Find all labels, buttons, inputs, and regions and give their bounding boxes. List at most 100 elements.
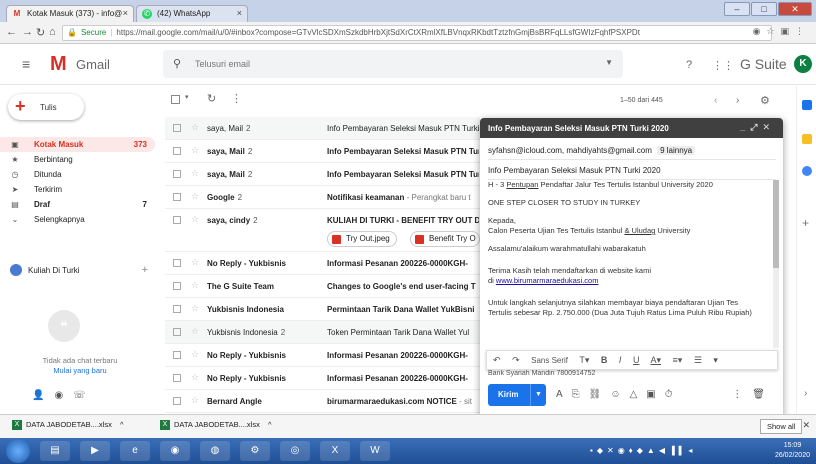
maximize-button[interactable]: □ <box>751 2 777 16</box>
more-recipients-chip[interactable]: 9 lainnya <box>657 146 696 155</box>
settings-app-icon[interactable]: ⚙ <box>240 441 270 461</box>
undo-icon[interactable]: ↶ <box>493 355 501 365</box>
attachment-chip[interactable]: Benefit Try O <box>410 231 480 247</box>
sidebar-item-snoozed[interactable]: ◷ Ditunda <box>0 167 155 182</box>
row-checkbox[interactable] <box>173 170 181 178</box>
chevron-up-icon[interactable]: ^ <box>268 420 272 429</box>
start-button[interactable] <box>6 439 30 463</box>
star-icon[interactable]: ☆ <box>191 303 199 314</box>
more-icon[interactable]: ⋮ <box>231 92 242 105</box>
row-checkbox[interactable] <box>173 351 181 359</box>
search-box[interactable]: ⚲ Telusuri email ▼ <box>163 50 623 78</box>
send-options-icon[interactable]: ▼ <box>530 384 546 406</box>
star-icon[interactable]: ☆ <box>191 168 199 179</box>
close-tab-icon[interactable]: × <box>237 8 242 18</box>
url-field[interactable]: 🔒 Secure | https://mail.google.com/mail/u/0… <box>62 25 772 41</box>
chrome-active-icon[interactable]: ◎ <box>280 441 310 461</box>
compose-button[interactable]: + Tulis <box>8 94 84 120</box>
tab-gmail[interactable]: M Kotak Masuk (373) - info@ × <box>6 5 134 22</box>
list-icon[interactable]: ☰ <box>694 355 702 365</box>
more-formatting-icon[interactable]: ▾ <box>713 355 718 365</box>
ie-icon[interactable]: e <box>120 441 150 461</box>
download-item[interactable]: X DATA JABODETAB....xlsx ^ <box>12 420 124 431</box>
star-icon[interactable]: ☆ <box>191 372 199 383</box>
attachment-chip[interactable]: Try Out.jpeg <box>327 231 397 247</box>
text-color-icon[interactable]: A▾ <box>650 355 661 365</box>
refresh-icon[interactable]: ↻ <box>207 92 216 105</box>
scrollbar-thumb[interactable] <box>773 180 779 268</box>
home-icon[interactable]: ⌂ <box>49 26 56 38</box>
tab-whatsapp[interactable]: ✆ (42) WhatsApp × <box>136 5 248 22</box>
extension-icons[interactable]: ◉☆▣⋮ <box>753 26 810 37</box>
tasks-icon[interactable] <box>802 166 812 176</box>
star-icon[interactable]: ☆ <box>191 145 199 156</box>
firefox-icon[interactable]: ◍ <box>200 441 230 461</box>
table-row[interactable]: ☆ The G Suite Team Changes to Google's end… <box>165 275 480 298</box>
row-checkbox[interactable] <box>173 397 181 405</box>
align-icon[interactable]: ≡▾ <box>673 355 683 365</box>
sidebar-item-drafts[interactable]: ▤ Draf 7 <box>0 197 155 212</box>
star-icon[interactable]: ☆ <box>191 326 199 337</box>
search-input[interactable]: Telusuri email <box>195 59 250 69</box>
compose-more-icons[interactable]: ⋮🗑 <box>732 389 775 400</box>
add-chat-icon[interactable]: + <box>142 264 148 276</box>
star-icon[interactable]: ☆ <box>191 191 199 202</box>
sidebar-item-inbox[interactable]: ▣ Kotak Masuk 373 <box>0 137 155 152</box>
main-menu-icon[interactable]: ≡ <box>22 56 30 72</box>
compose-tools[interactable]: A⎘⛓☺△▣⏱ <box>556 389 682 400</box>
select-all-checkbox[interactable] <box>171 95 180 104</box>
reload-icon[interactable]: ↻ <box>36 26 45 39</box>
table-row[interactable]: ☆ No Reply - Yukbisnis Informasi Pesanan 2… <box>165 252 480 275</box>
row-checkbox[interactable] <box>173 328 181 336</box>
compose-title[interactable]: Info Pembayaran Seleksi Masuk PTN Turki … <box>480 118 783 138</box>
table-row[interactable]: ☆ Bernard Angle birumarmaraedukasi.com NOT… <box>165 390 480 413</box>
forward-icon[interactable]: → <box>22 26 33 38</box>
star-icon[interactable]: ☆ <box>191 349 199 360</box>
sidebar-item-starred[interactable]: ★ Berbintang <box>0 152 155 167</box>
calendar-icon[interactable] <box>802 100 812 110</box>
font-size-icon[interactable]: T▾ <box>579 355 589 365</box>
gmail-logo-icon[interactable]: M <box>50 53 67 76</box>
row-checkbox[interactable] <box>173 147 181 155</box>
table-row[interactable]: ☆ saya, Mail 2 Info Pembayaran Seleksi Masu… <box>165 163 480 186</box>
row-checkbox[interactable] <box>173 259 181 267</box>
table-row[interactable]: ☆ No Reply - Yukbisnis Informasi Pesanan 2… <box>165 367 480 390</box>
avatar[interactable]: K <box>794 55 812 73</box>
hangouts-user[interactable]: Kuliah Di Turki + <box>10 264 152 278</box>
table-row[interactable]: ☆ Google 2 Notifikasi keamanan - Perangkat … <box>165 186 480 209</box>
subject-field[interactable]: Info Pembayaran Seleksi Masuk PTN Turki … <box>488 162 776 180</box>
word-app-icon[interactable]: W <box>360 441 390 461</box>
star-icon[interactable]: ☆ <box>191 395 199 406</box>
close-downloads-icon[interactable]: ✕ <box>802 420 810 431</box>
chrome-icon[interactable]: ◉ <box>160 441 190 461</box>
search-options-icon[interactable]: ▼ <box>605 58 613 67</box>
chevron-up-icon[interactable]: ^ <box>120 420 124 429</box>
download-item[interactable]: X DATA JABODETAB....xlsx ^ <box>160 420 272 431</box>
compose-body[interactable]: H - 3 Pentupan Pendaftar Jalur Tes Tertu… <box>488 180 773 318</box>
italic-icon[interactable]: I <box>619 355 622 365</box>
table-row[interactable]: ☆ saya, Mail 2 Info Pembayaran Seleksi Masu… <box>165 117 480 140</box>
help-icon[interactable]: ? <box>686 59 692 71</box>
close-window-button[interactable]: ✕ <box>778 2 812 16</box>
row-checkbox[interactable] <box>173 124 181 132</box>
send-button[interactable]: Kirim ▼ <box>488 384 546 406</box>
apps-grid-icon[interactable]: ⋮⋮ <box>712 59 734 72</box>
row-checkbox[interactable] <box>173 216 181 224</box>
next-page-icon[interactable]: › <box>736 95 739 106</box>
start-chat-link[interactable]: Mulai yang baru <box>0 366 160 375</box>
prev-page-icon[interactable]: ‹ <box>714 95 717 106</box>
website-link[interactable]: www.birumarmaraedukasi.com <box>496 276 599 285</box>
bold-icon[interactable]: B <box>601 355 608 365</box>
star-icon[interactable]: ☆ <box>191 257 199 268</box>
table-row[interactable]: ☆ No Reply - Yukbisnis Informasi Pesanan 2… <box>165 344 480 367</box>
excel-app-icon[interactable]: X <box>320 441 350 461</box>
to-field[interactable]: syfahsn@icloud.com, mahdiyahts@gmail.com… <box>488 142 776 160</box>
table-row[interactable]: ☆ saya, Mail 2 Info Pembayaran Seleksi Masu… <box>165 140 480 163</box>
show-all-button[interactable]: Show all <box>760 419 803 434</box>
add-addon-icon[interactable]: + <box>802 216 809 230</box>
sidebar-item-sent[interactable]: ➤ Terkirim <box>0 182 155 197</box>
settings-gear-icon[interactable]: ⚙ <box>760 94 770 107</box>
compose-scrollbar[interactable] <box>773 180 779 348</box>
close-tab-icon[interactable]: × <box>123 8 128 18</box>
star-icon[interactable]: ☆ <box>191 122 199 133</box>
